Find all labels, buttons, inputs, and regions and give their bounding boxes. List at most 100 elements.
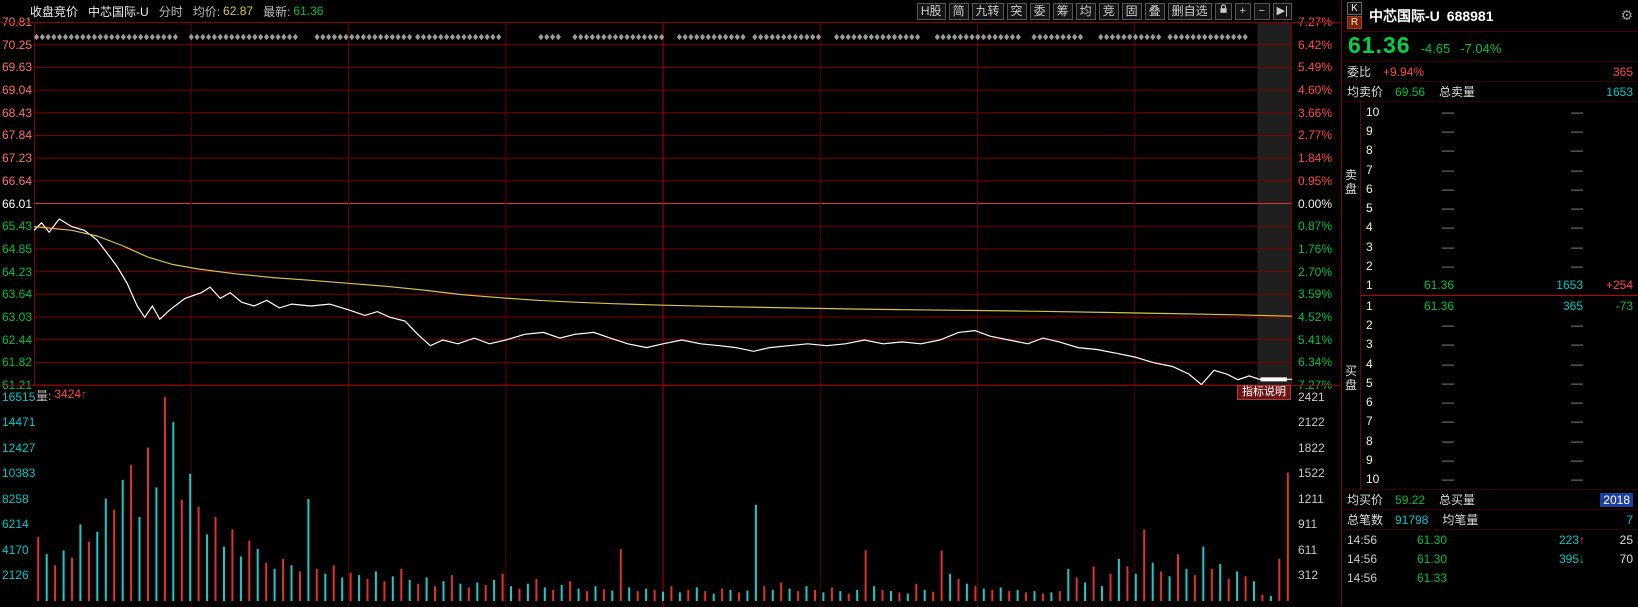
buy-row[interactable]: 4 — — (1361, 354, 1638, 373)
toolbar-button[interactable]: 固 (1121, 2, 1142, 20)
minus-button[interactable]: − (1253, 2, 1270, 20)
order-book-rows: 10— —9— —8— —7— —6— —5— —4— —3— —2— —1 61.36 1653 +2… (1361, 102, 1638, 489)
toolbar-button[interactable]: 竞 (1098, 2, 1119, 20)
next-button[interactable]: ▶| (1272, 2, 1292, 20)
axis-volR-label: 611 (1298, 542, 1318, 557)
down-arrow-icon: ↓ (1579, 551, 1585, 566)
tick-volume: 223 (1558, 532, 1579, 547)
order-change: +254 (1605, 278, 1633, 293)
buy-row[interactable]: 10 — — (1361, 470, 1638, 489)
level: 5 (1366, 201, 1373, 216)
buy-row[interactable]: 6 — — (1361, 392, 1638, 411)
toolbar-button[interactable]: 委 (1029, 2, 1050, 20)
axis-price-label: 64.85 (2, 241, 33, 256)
axis-price-label: 63.03 (2, 309, 33, 324)
kline-mode-button[interactable]: K (1347, 2, 1362, 15)
toolbar-button[interactable]: 均 (1075, 2, 1096, 20)
indicator-help-button[interactable]: 指标说明 (1237, 385, 1291, 400)
buy-row[interactable]: 1 61.36 365 -73 (1361, 296, 1638, 315)
axis-volL-label: 6214 (2, 517, 29, 532)
level: 9 (1366, 123, 1373, 138)
intraday-chart[interactable] (34, 22, 1292, 385)
gear-icon[interactable]: ⚙ (1620, 7, 1633, 24)
toolbar-button[interactable]: 筹 (1052, 2, 1073, 20)
toolbar-button[interactable]: 删自选 (1167, 2, 1212, 20)
last-price-value: 61.36 (293, 4, 324, 18)
order-volume: — (1571, 433, 1583, 448)
buy-row[interactable]: 5 — — (1361, 373, 1638, 392)
volume-chart[interactable] (34, 386, 1292, 607)
toolbar-button[interactable]: 九转 (971, 2, 1004, 20)
tick-volume: 395 (1558, 551, 1579, 566)
toolbar-button[interactable]: 叠 (1144, 2, 1165, 20)
tick-row[interactable]: 14:56 61.30 223 ↑ 25 (1342, 530, 1638, 549)
sell-row[interactable]: 5 — — (1361, 198, 1638, 217)
order-price: — (1442, 337, 1454, 352)
chart-type-label: 分时 (158, 4, 183, 19)
sell-row[interactable]: 8 — — (1361, 141, 1638, 160)
order-volume: — (1571, 472, 1583, 487)
panel-stock-name: 中芯国际-U (1369, 7, 1440, 24)
axis-price-label: 67.23 (2, 151, 33, 166)
toolbar-button[interactable]: 突 (1006, 2, 1027, 20)
sell-row[interactable]: 10 — — (1361, 102, 1638, 121)
order-price: — (1442, 104, 1454, 119)
sell-row[interactable]: 4 — — (1361, 218, 1638, 237)
buy-side-label: 买盘 (1344, 364, 1357, 392)
tick-price: 61.30 (1416, 532, 1447, 547)
axis-price-label: 65.43 (2, 219, 33, 234)
realtime-mode-button[interactable]: R (1347, 16, 1362, 29)
sell-row[interactable]: 3 — — (1361, 237, 1638, 256)
axis-pct-label: 2.70% (1298, 264, 1333, 279)
sell-row[interactable]: 1 61.36 1653 +254 (1361, 276, 1638, 296)
tick-price: 61.33 (1416, 570, 1447, 585)
sell-row[interactable]: 2 — — (1361, 256, 1638, 275)
weibi-label: 委比 (1347, 65, 1372, 79)
toolbar-button-group: H股简九转突委筹均竞固叠删自选 + − ▶| (916, 2, 1292, 20)
axis-volL-label: 14471 (2, 415, 36, 430)
divider (0, 385, 1341, 386)
buy-row[interactable]: 2 — — (1361, 315, 1638, 334)
order-volume: — (1571, 143, 1583, 158)
axis-price-label: 70.25 (2, 37, 33, 52)
price-axis-left: 70.81 70.25 69.63 69.04 68.43 67.84 67.23 66.64… (0, 15, 34, 392)
total-sell-value: 1653 (1606, 84, 1633, 99)
axis-volL-label: 2126 (2, 568, 29, 582)
axis-pct-label: 6.34% (1298, 355, 1333, 370)
order-volume: — (1571, 123, 1583, 138)
axis-volR-label: 911 (1298, 517, 1318, 532)
avg-sell-label: 均卖价 (1347, 85, 1384, 99)
axis-volR-label: 312 (1298, 568, 1319, 582)
order-volume: — (1571, 104, 1583, 119)
sell-side-label: 卖盘 (1344, 168, 1357, 196)
axis-price-label: 63.64 (2, 287, 33, 302)
buy-row[interactable]: 9 — — (1361, 450, 1638, 469)
tick-row[interactable]: 14:56 61.33 (1342, 568, 1638, 587)
buy-row[interactable]: 8 — — (1361, 431, 1638, 450)
lock-button[interactable] (1214, 2, 1232, 20)
avg-sell-row: 均卖价 69.56 总卖量 1653 (1342, 82, 1638, 102)
order-price: — (1442, 123, 1454, 138)
buy-row[interactable]: 7 — — (1361, 412, 1638, 431)
axis-volL-label: 10383 (2, 466, 36, 481)
sell-row[interactable]: 7 — — (1361, 160, 1638, 179)
plus-button[interactable]: + (1234, 2, 1251, 20)
avg-buy-value: 59.22 (1395, 492, 1426, 507)
axis-pct-label: 3.59% (1298, 287, 1333, 302)
toolbar-button[interactable]: H股 (916, 2, 946, 20)
axis-price-label: 64.23 (2, 264, 33, 279)
sell-row[interactable]: 9 — — (1361, 121, 1638, 140)
sell-row[interactable]: 6 — — (1361, 179, 1638, 198)
tick-row[interactable]: 14:56 61.30 395 ↓ 70 (1342, 549, 1638, 568)
last-price: 61.36 (1348, 32, 1411, 58)
panel-filler (1342, 587, 1638, 607)
order-price: 61.36 (1423, 278, 1454, 293)
avg-trade-value: 7 (1626, 512, 1633, 527)
toolbar-button[interactable]: 简 (948, 2, 969, 20)
order-price: — (1442, 356, 1454, 371)
lock-icon (1219, 3, 1228, 17)
axis-pct-label: 1.84% (1298, 151, 1333, 166)
volume-axis-right: 2421 2122 1822 1522 1211 911 611 312 (1296, 386, 1341, 607)
buy-row[interactable]: 3 — — (1361, 335, 1638, 354)
axis-pct-label: 0.87% (1298, 219, 1333, 234)
